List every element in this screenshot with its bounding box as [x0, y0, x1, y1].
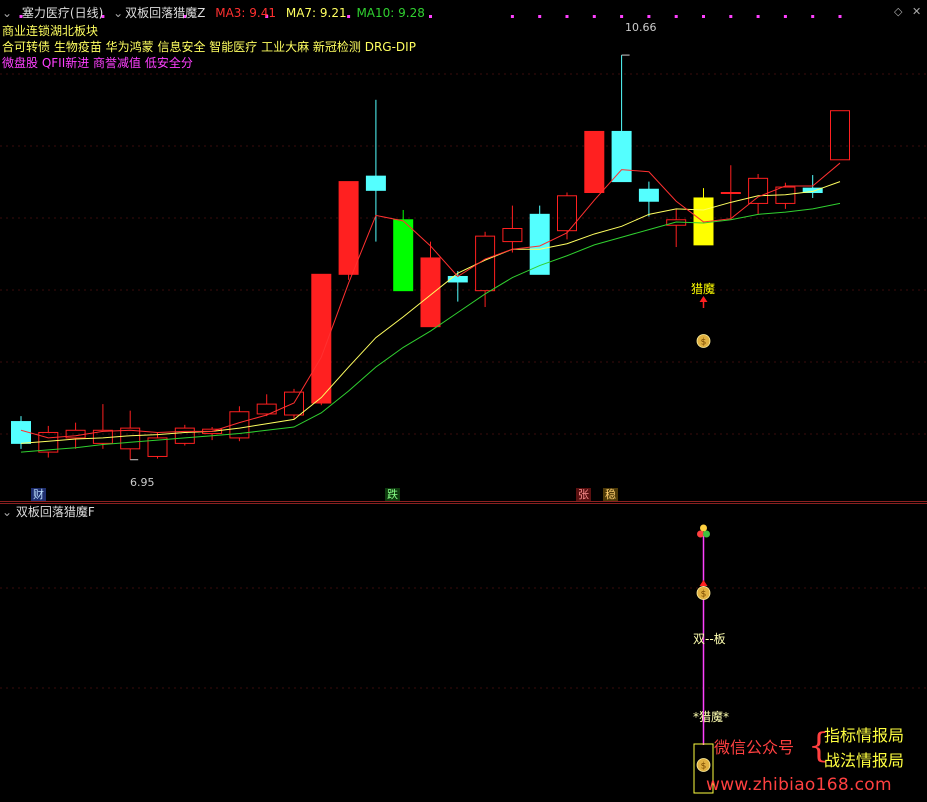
candle-body-21: [584, 130, 605, 194]
top-marker-25: [702, 15, 705, 18]
candle-body-23: [638, 188, 659, 202]
main-header: ⌄ 塞力医疗(日线) ⌄ 双板回落猎魔Z MA3: 9.41 MA7: 9.21 …: [2, 4, 431, 21]
badge-wen[interactable]: 稳: [603, 488, 618, 501]
top-marker-18: [510, 15, 514, 18]
indicator-toggle-icon[interactable]: ⌄: [113, 6, 123, 20]
kline-chart[interactable]: $ $ $: [0, 0, 927, 802]
ma10-line: [20, 202, 841, 453]
money-bag-icon-main-glyph: $: [701, 338, 707, 348]
indicator-name[interactable]: 双板回落猎魔Z: [125, 6, 205, 20]
watermark-name-2: 战法情报局: [824, 751, 905, 770]
money-bag-icon-sub-glyph: $: [701, 590, 707, 600]
cluster-icon-red: [697, 530, 704, 538]
low-price-label: 6.95: [130, 476, 155, 489]
cluster-icon-green: [703, 530, 710, 538]
candle-body-2: [65, 429, 86, 439]
candle-body-12: [338, 181, 359, 275]
top-marker-30: [838, 15, 842, 18]
top-marker-19: [538, 15, 542, 18]
high-price-label: 10.66: [625, 21, 657, 34]
signal-label: 猎魔: [691, 282, 716, 296]
top-marker-28: [783, 15, 787, 18]
top-marker-26: [729, 15, 733, 18]
close-icon[interactable]: ✕: [912, 5, 921, 18]
badge-die[interactable]: 跌: [385, 488, 400, 501]
concept-line-2: 合可转债 生物疫苗 华为鸿蒙 信息安全 智能医疗 工业大麻 新冠检测 DRG-D…: [2, 40, 416, 54]
cluster-icon-yellow: [700, 524, 707, 532]
ma3-label: MA3: 9.41: [215, 6, 277, 20]
badge-zhang[interactable]: 张: [576, 488, 591, 501]
candle-body-27: [748, 177, 769, 204]
stock-period: (日线): [69, 6, 104, 20]
concept-line-3: 微盘股 QFII新进 商誉减值 低安全分: [2, 56, 193, 70]
candle-body-14: [393, 219, 414, 292]
sub-panel-toggle-icon[interactable]: ⌄: [2, 505, 12, 519]
watermark-wechat: 微信公众号: [714, 738, 795, 757]
watermark-name-1: 指标情报局: [824, 726, 905, 745]
candle-body-13: [365, 175, 386, 191]
watermark-url: www.zhibiao168.com: [706, 775, 892, 795]
top-marker-29: [811, 15, 815, 18]
chart-stage: $ $ $ ⌄ 塞力医疗(日线) ⌄ 双板回落猎魔Z MA3: 9.41 MA7: 9…: [0, 0, 927, 802]
top-marker-24: [674, 15, 678, 18]
signal-arrow-icon: [699, 296, 708, 302]
candle-body-15: [420, 257, 441, 328]
top-marker-27: [756, 15, 760, 18]
top-marker-22: [620, 15, 624, 18]
candle-body-18: [502, 228, 523, 243]
candle-body-26: [720, 192, 741, 195]
ma7-label: MA7: 9.21: [285, 6, 347, 20]
top-marker-23: [647, 15, 651, 18]
diamond-icon[interactable]: ◇: [894, 5, 902, 18]
stock-name[interactable]: 塞力医疗: [22, 6, 70, 20]
candle-body-16: [447, 275, 468, 283]
main-panel-toggle-icon[interactable]: ⌄: [2, 6, 12, 20]
hunt-label: *猎魔*: [693, 710, 730, 724]
top-marker-20: [565, 15, 569, 18]
ma10-label: MA10: 9.28: [356, 6, 425, 20]
sub-arrow-icon: [699, 580, 708, 586]
candle-body-22: [611, 130, 632, 183]
candle-body-6: [174, 427, 195, 444]
money-bag-icon-box-glyph: $: [701, 762, 707, 772]
top-marker-21: [592, 15, 596, 18]
concept-line-1: 商业连锁湖北板块: [2, 24, 99, 38]
sub-panel-title-text[interactable]: 双板回落猎魔F: [16, 505, 95, 519]
sub-panel-title: ⌄ 双板回落猎魔F: [2, 505, 95, 519]
candle-body-30: [830, 110, 850, 161]
double-board-label: 双--板: [693, 632, 726, 646]
badge-cai[interactable]: 财: [31, 488, 46, 501]
